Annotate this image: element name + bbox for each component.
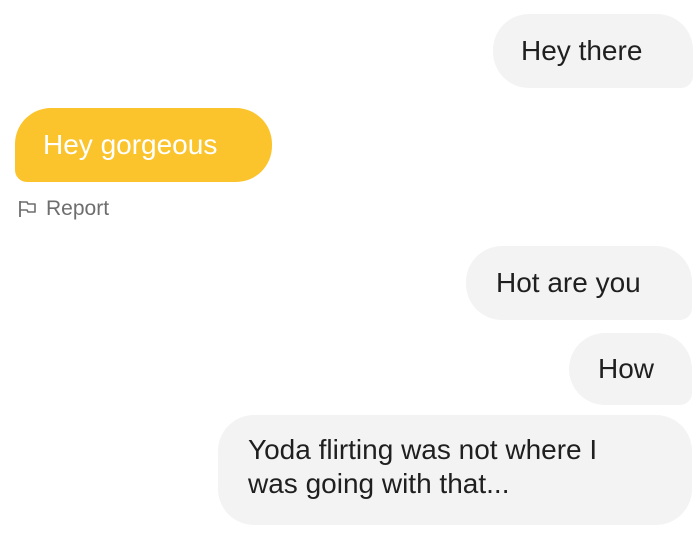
report-button[interactable]: Report [18,197,109,221]
incoming-message-bubble[interactable]: Hey gorgeous [15,108,272,182]
message-text: How [598,353,655,384]
outgoing-message-bubble[interactable]: Yoda flirting was not where I was going … [218,415,692,525]
outgoing-message-bubble[interactable]: How [569,333,692,405]
report-label: Report [46,197,110,220]
outgoing-message-bubble[interactable]: Hot are you [466,246,692,320]
message-text: Hot are you [496,267,641,298]
outgoing-message-bubble[interactable]: Hey there [493,14,693,88]
message-text-line: Yoda flirting was not where I [248,434,598,465]
message-text: Hey gorgeous [43,129,218,160]
flag-icon [18,200,38,218]
message-text-line: was going with that... [248,468,510,499]
message-text: Hey there [521,35,643,66]
